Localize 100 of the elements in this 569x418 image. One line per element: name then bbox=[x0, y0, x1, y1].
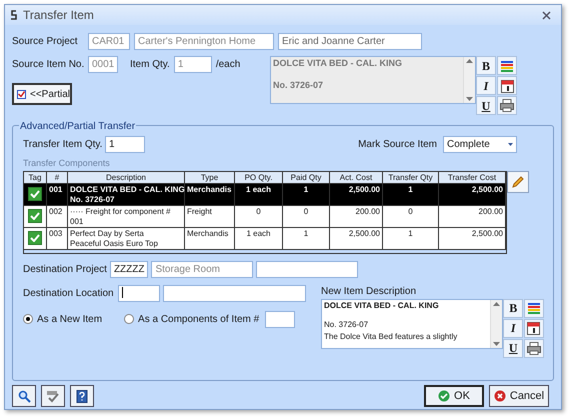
table-cell: 2,500.00 bbox=[472, 228, 503, 238]
item-qty-field[interactable]: 1 bbox=[174, 56, 212, 73]
table-cell: 1 bbox=[408, 184, 413, 194]
location-name-field[interactable] bbox=[163, 284, 306, 302]
check-circle-icon bbox=[438, 390, 450, 402]
scroll-up-icon[interactable] bbox=[493, 302, 500, 306]
search-button[interactable] bbox=[12, 385, 36, 407]
table-row[interactable]: 001 DOLCE VITA BED - CAL. KING No. 3726-07 Merchandis 1 each 1 2,500.00 1 2,500.00 bbox=[24, 184, 506, 206]
table-cell: 2,500.00 bbox=[348, 184, 380, 194]
scroll-down-icon[interactable] bbox=[493, 342, 500, 346]
new-description-box[interactable]: DOLCE VITA BED - CAL. KING No. 3726-07 The Dolce Vita Bed features a slightly bbox=[321, 298, 504, 348]
field-label: Mark Source Item bbox=[358, 138, 437, 152]
table-cell: 2,500.00 bbox=[472, 184, 503, 194]
table-cell: 1 bbox=[408, 228, 413, 238]
check-icon bbox=[30, 234, 40, 242]
format-button[interactable]: U bbox=[503, 338, 524, 358]
table-cell: Perfect Day by Serta Peaceful Oasis Euro Top bbox=[70, 228, 158, 248]
tag-checkbox[interactable] bbox=[28, 230, 42, 244]
client-field[interactable]: Eric and Joanne Carter bbox=[278, 33, 422, 50]
table-cell: 1 each bbox=[246, 184, 271, 194]
table-cell: Merchandis bbox=[187, 228, 228, 238]
project-code-field[interactable]: CAR01 bbox=[88, 33, 130, 50]
radio-button[interactable] bbox=[23, 314, 33, 324]
calendar-icon bbox=[500, 78, 514, 92]
edit-button[interactable] bbox=[507, 170, 529, 192]
radio-label: As a New Item bbox=[37, 312, 102, 326]
window-title: Transfer Item bbox=[23, 7, 94, 24]
table-cell: 1 bbox=[304, 228, 308, 238]
table-cell: 1 each bbox=[246, 228, 271, 238]
field-label: Source Item No. bbox=[12, 58, 84, 72]
project-name-field[interactable]: Carter's Pennington Home bbox=[134, 33, 274, 50]
check-icon bbox=[30, 190, 40, 198]
item-number-field[interactable]: 0001 bbox=[88, 56, 118, 73]
mark-source-dropdown[interactable]: Complete bbox=[443, 136, 517, 153]
destination-name-field[interactable]: Storage Room bbox=[151, 260, 253, 278]
field-label: Item Qty. bbox=[130, 58, 170, 72]
field-label: Source Project bbox=[12, 35, 79, 49]
table-cell: ····· Freight for component # 001 bbox=[70, 206, 170, 226]
table-cell: 001 bbox=[49, 184, 62, 194]
destination-code-field[interactable]: ZZZZZ bbox=[110, 260, 148, 278]
format-button[interactable] bbox=[524, 338, 544, 358]
section-label: Transfer Components bbox=[23, 157, 110, 170]
source-description-box[interactable]: DOLCE VITA BED - CAL. KING No. 3726-07 bbox=[270, 56, 476, 104]
table-cell: 1 bbox=[304, 184, 308, 194]
table-cell: 200.00 bbox=[356, 206, 380, 216]
description-line: The Dolce Vita Bed features a slightly bbox=[324, 330, 458, 342]
spellcheck-button[interactable] bbox=[41, 385, 65, 407]
format-button[interactable]: B bbox=[503, 298, 524, 318]
help-button[interactable] bbox=[70, 385, 94, 407]
partial-button[interactable]: <<Partial bbox=[12, 83, 72, 105]
color-lines-icon bbox=[500, 60, 514, 72]
help-icon bbox=[76, 390, 88, 402]
format-button[interactable] bbox=[524, 298, 544, 318]
calendar-icon bbox=[527, 321, 540, 335]
description-line: DOLCE VITA BED - CAL. KING bbox=[273, 58, 403, 69]
printer-icon bbox=[500, 99, 514, 112]
scrollbar[interactable] bbox=[490, 300, 502, 348]
format-button[interactable]: B bbox=[476, 56, 496, 75]
format-button[interactable]: I bbox=[476, 76, 496, 95]
cancel-circle-icon bbox=[494, 390, 506, 402]
format-button[interactable] bbox=[497, 76, 517, 95]
radio-label: As a Components of Item # bbox=[138, 312, 260, 326]
table-cell: DOLCE VITA BED - CAL. KING No. 3726-07 bbox=[70, 184, 185, 204]
description-line: No. 3726-07 bbox=[273, 80, 324, 91]
ok-button[interactable]: OK bbox=[424, 385, 484, 407]
field-label: Transfer Item Qty. bbox=[23, 138, 104, 152]
dropdown-arrow-icon bbox=[508, 143, 513, 146]
radio-button[interactable] bbox=[124, 314, 134, 324]
table-row[interactable]: 003 Perfect Day by Serta Peaceful Oasis Euro Top Merchandis 1 each 1 2,500.00 1 2,500.00 bbox=[24, 228, 506, 250]
printer-icon bbox=[526, 342, 541, 354]
format-button[interactable]: I bbox=[503, 318, 524, 338]
scroll-down-icon[interactable] bbox=[466, 97, 473, 101]
field-label: Destination Project bbox=[23, 262, 107, 276]
tag-checkbox[interactable] bbox=[28, 186, 42, 200]
destination-extra-field[interactable] bbox=[256, 260, 358, 278]
scroll-up-icon[interactable] bbox=[466, 59, 473, 63]
item-number-field[interactable] bbox=[265, 310, 296, 328]
location-code-field[interactable] bbox=[118, 284, 160, 302]
app-logo-icon bbox=[9, 10, 19, 20]
transfer-qty-field[interactable]: 1 bbox=[105, 136, 145, 153]
table-cell: 0 bbox=[304, 206, 308, 216]
pencil-icon bbox=[511, 174, 525, 188]
text-cursor bbox=[122, 287, 123, 298]
unit-label: /each bbox=[216, 58, 240, 72]
table-cell: 002 bbox=[49, 206, 62, 216]
format-button[interactable] bbox=[497, 56, 517, 75]
color-lines-icon bbox=[526, 302, 541, 314]
format-button[interactable] bbox=[497, 96, 517, 115]
table-row[interactable]: 002 ····· Freight for component # 001 Freight 0 0 200.00 0 200.00 bbox=[24, 206, 506, 228]
format-button[interactable]: U bbox=[476, 96, 496, 115]
format-button[interactable] bbox=[524, 318, 544, 338]
cancel-button[interactable]: Cancel bbox=[489, 385, 549, 407]
tag-checkbox[interactable] bbox=[28, 208, 42, 222]
close-icon[interactable] bbox=[542, 10, 551, 20]
table-cell: 200.00 bbox=[478, 206, 503, 216]
description-line: DOLCE VITA BED - CAL. KING bbox=[324, 300, 440, 312]
field-label: New Item Description bbox=[321, 284, 418, 298]
scrollbar[interactable] bbox=[463, 57, 475, 103]
table-cell: Freight bbox=[187, 206, 212, 216]
table-cell: 2,500.00 bbox=[348, 228, 380, 238]
